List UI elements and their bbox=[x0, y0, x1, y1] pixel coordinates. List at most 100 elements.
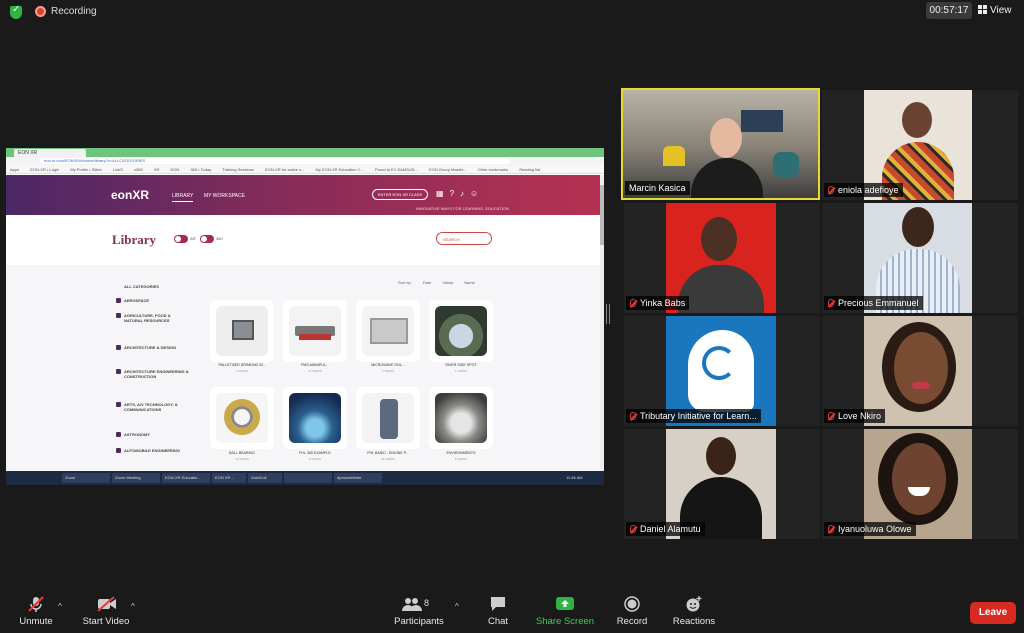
360-toggle-label: 360 bbox=[216, 236, 223, 241]
participant-face bbox=[894, 332, 948, 404]
bell-icon[interactable]: ♪ bbox=[460, 189, 470, 198]
bookmark-item[interactable]: EON Group Master... bbox=[429, 167, 466, 172]
record-button[interactable]: Record bbox=[614, 596, 650, 627]
ar-toggle[interactable] bbox=[174, 235, 188, 243]
sort-by-label: Sort by: bbox=[398, 280, 412, 285]
recording-icon bbox=[35, 6, 46, 17]
split-divider-handle[interactable] bbox=[606, 304, 610, 324]
category-item[interactable]: AEROSPACE bbox=[116, 298, 190, 303]
participant-body bbox=[678, 265, 764, 313]
chat-button[interactable]: Chat bbox=[482, 596, 514, 627]
sort-date[interactable]: Date bbox=[423, 280, 431, 285]
card-title: MICROWAVE ONL... bbox=[371, 363, 405, 367]
scroll-thumb[interactable] bbox=[600, 185, 604, 245]
participant-tile[interactable]: Yinka Babs bbox=[624, 203, 820, 313]
grid-view-icon bbox=[978, 5, 987, 14]
participants-button[interactable]: 8 Participants bbox=[392, 596, 446, 627]
audio-options-chevron-icon[interactable]: ^ bbox=[58, 602, 62, 611]
page-scrollbar[interactable] bbox=[600, 175, 604, 471]
bookmark-item[interactable]: EON-XR • Login bbox=[30, 167, 59, 172]
category-item[interactable]: AGRICULTURE, FOOD & NATURAL RESOURCES bbox=[116, 313, 190, 323]
category-item[interactable]: ARTS, A/V TECHNOLOGY, & COMMUNICATIONS bbox=[116, 402, 190, 412]
participant-tile[interactable]: Tributary Initiative for Learn... bbox=[624, 316, 820, 426]
participant-name: Daniel Alamutu bbox=[626, 522, 705, 536]
participants-label: Participants bbox=[394, 616, 444, 627]
library-card[interactable] bbox=[283, 300, 347, 362]
browser-tab[interactable]: EON XR bbox=[14, 149, 86, 157]
bookmark-item[interactable]: My Profile • Stitch bbox=[70, 167, 101, 172]
category-item[interactable]: ARCHITECTURE ENGINEERING & CONSTRUCTION bbox=[116, 369, 190, 379]
view-button[interactable]: View bbox=[978, 2, 1020, 19]
category-item[interactable]: ASTRONOMY bbox=[116, 432, 190, 437]
bookmark-item[interactable]: My EON-XR Education C... bbox=[316, 167, 364, 172]
share-screen-button[interactable]: Share Screen bbox=[535, 596, 595, 627]
card-views: 2 VIEWS bbox=[381, 369, 395, 373]
enter-class-button[interactable]: ENTER EON XR CLASS bbox=[372, 189, 428, 200]
bookmark-item[interactable]: Proud to EY-SAMSUN... bbox=[375, 167, 418, 172]
nav-library[interactable]: LIBRARY bbox=[172, 193, 194, 202]
bookmark-item[interactable]: 365 • Today bbox=[190, 167, 211, 172]
user-icon[interactable]: ☺ bbox=[470, 189, 484, 198]
eon-logo[interactable]: eonXR bbox=[111, 188, 149, 202]
nav-my-workspace[interactable]: MY WORKSPACE bbox=[204, 193, 245, 199]
library-card[interactable] bbox=[210, 300, 274, 362]
bookmark-item[interactable]: x365 bbox=[134, 167, 143, 172]
security-shield-icon[interactable] bbox=[10, 4, 22, 19]
engine-shape bbox=[380, 399, 398, 439]
bookmark-item[interactable]: Apps bbox=[10, 167, 19, 172]
360-toggle[interactable] bbox=[200, 235, 214, 243]
card-thumbnail bbox=[216, 306, 268, 356]
ar-toggle-label: AR bbox=[190, 236, 196, 241]
category-label: ALL CATEGORIES bbox=[124, 284, 159, 289]
sort-views[interactable]: Views bbox=[443, 280, 454, 285]
taskbar-item[interactable]: Zoom Meeting bbox=[112, 473, 160, 483]
header-icons: ▦?♪☺ bbox=[436, 189, 484, 198]
taskbar-item[interactable]: GoldCoil bbox=[248, 473, 282, 483]
card-thumbnail bbox=[362, 306, 414, 356]
participant-tile[interactable]: Marcin Kasica bbox=[621, 88, 820, 200]
category-item[interactable]: AUTOMOBILE ENGINEERING bbox=[116, 448, 190, 453]
taskbar-item[interactable]: EON XR - Google... bbox=[212, 473, 246, 483]
participant-name: Tributary Initiative for Learn... bbox=[626, 409, 761, 423]
unmute-button[interactable]: Unmute bbox=[16, 596, 56, 627]
taskbar-item[interactable]: Zoom bbox=[62, 473, 110, 483]
bookmark-item[interactable]: Other bookmarks bbox=[478, 167, 509, 172]
taskbar-item[interactable]: EON-XR Educatio... bbox=[162, 473, 210, 483]
leave-button[interactable]: Leave bbox=[970, 602, 1016, 624]
browser-address-row: eon-xr.com/EONXR/#/eonxr/library?c=ALLCA… bbox=[6, 157, 604, 165]
sort-name[interactable]: Name bbox=[464, 280, 475, 285]
category-item[interactable]: ALL CATEGORIES bbox=[124, 284, 190, 289]
taskbar-item[interactable]: dpmoveMeter bbox=[334, 473, 382, 483]
library-card[interactable] bbox=[429, 300, 493, 362]
library-search-input[interactable]: SEARCH bbox=[436, 232, 492, 245]
apps-grid-icon[interactable]: ▦ bbox=[436, 189, 450, 198]
participant-tile[interactable]: Daniel Alamutu bbox=[624, 429, 820, 539]
bookmark-item[interactable]: LinkS bbox=[113, 167, 123, 172]
start-video-button[interactable]: Start Video bbox=[80, 596, 132, 627]
category-label: ASTRONOMY bbox=[124, 432, 150, 437]
participant-tile[interactable]: eniola adefioye bbox=[822, 90, 1018, 200]
browser-url-field[interactable]: eon-xr.com/EONXR/#/eonxr/library?c=ALLCA… bbox=[40, 158, 510, 164]
taskbar-item[interactable] bbox=[284, 473, 332, 483]
participants-options-chevron-icon[interactable]: ^ bbox=[455, 602, 459, 611]
bookmark-item[interactable]: Training Sessions bbox=[222, 167, 254, 172]
library-card[interactable] bbox=[356, 300, 420, 362]
library-card[interactable] bbox=[356, 387, 420, 449]
category-item[interactable]: ARCHITECTURE & DESIGN bbox=[116, 345, 190, 350]
reactions-button[interactable]: Reactions bbox=[670, 596, 718, 627]
help-icon[interactable]: ? bbox=[450, 189, 460, 198]
card-views: 11 VIEWS bbox=[381, 457, 395, 461]
library-card[interactable] bbox=[210, 387, 274, 449]
arts-icon bbox=[116, 402, 121, 407]
participant-tile[interactable]: Iyanuoluwa Olowe bbox=[822, 429, 1018, 539]
bookmark-item[interactable]: EON-XR for active s... bbox=[265, 167, 304, 172]
bookmark-item[interactable]: XR bbox=[154, 167, 160, 172]
bookmark-item[interactable]: Reading list bbox=[519, 167, 540, 172]
bookmark-item[interactable]: EON bbox=[171, 167, 180, 172]
video-options-chevron-icon[interactable]: ^ bbox=[131, 602, 135, 611]
participant-tile[interactable]: Love Nkiro bbox=[822, 316, 1018, 426]
library-card[interactable] bbox=[283, 387, 347, 449]
browser-tab-strip: EON XR bbox=[6, 148, 604, 157]
participant-tile[interactable]: Precious Emmanuel bbox=[822, 203, 1018, 313]
library-card[interactable] bbox=[429, 387, 493, 449]
